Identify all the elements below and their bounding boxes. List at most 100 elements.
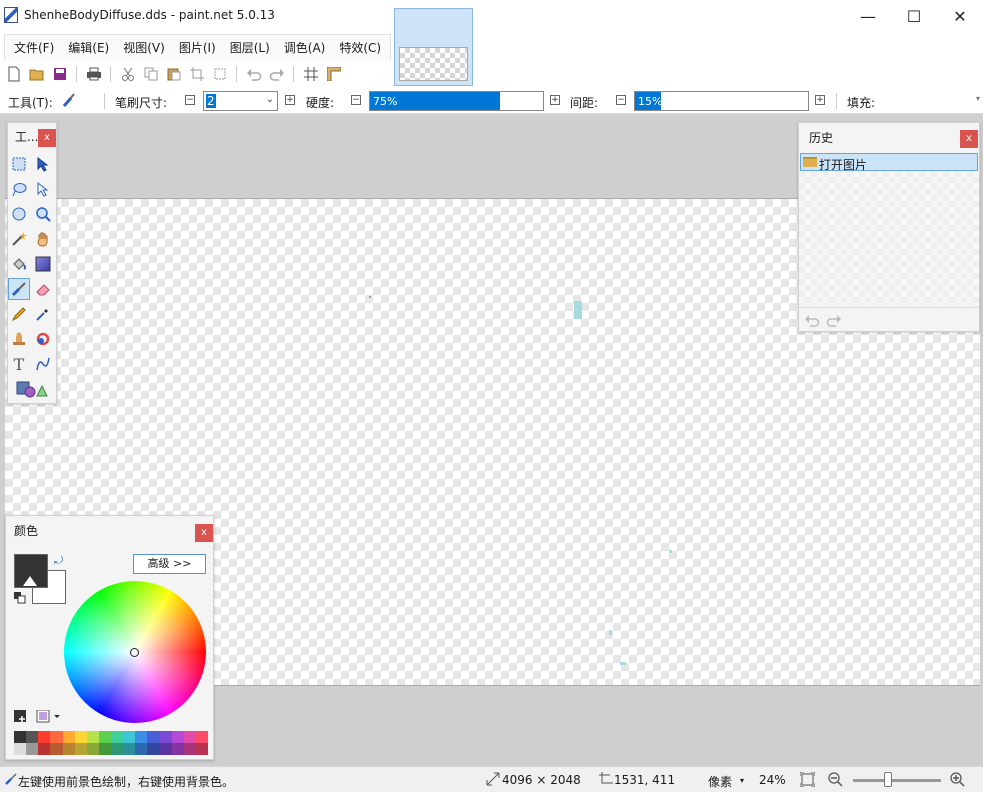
zoom-level[interactable]: 24%	[759, 773, 786, 787]
swap-colors-icon[interactable]: ⤾	[54, 554, 63, 568]
palette-swatch[interactable]	[26, 731, 39, 743]
menu-adjustments[interactable]: 调色(A)	[277, 36, 333, 60]
menu-file[interactable]: 文件(F)	[7, 36, 61, 60]
zoom-tool-icon[interactable]	[32, 203, 54, 225]
palette-swatch[interactable]	[123, 731, 136, 743]
add-color-to-palette-icon[interactable]	[14, 710, 28, 724]
menu-edit[interactable]: 编辑(E)	[61, 36, 116, 60]
zoom-slider-track[interactable]	[853, 779, 941, 782]
palette-swatch[interactable]	[111, 731, 124, 743]
palette-swatch[interactable]	[14, 731, 27, 743]
deselect-icon[interactable]	[211, 65, 229, 83]
paintbrush-tool-icon[interactable]	[8, 278, 30, 300]
reset-colors-icon[interactable]	[14, 592, 26, 604]
close-button[interactable]: ✕	[937, 0, 983, 32]
toolbar-overflow-icon[interactable]: ▾	[976, 94, 980, 103]
palette-swatch[interactable]	[135, 743, 148, 755]
units-dropdown-arrow-icon[interactable]: ▾	[740, 776, 744, 785]
magic-wand-tool-icon[interactable]	[8, 228, 30, 250]
history-panel-close-button[interactable]: x	[960, 130, 978, 148]
palette-swatch[interactable]	[86, 743, 99, 755]
palette-swatch[interactable]	[62, 731, 75, 743]
clone-stamp-tool-icon[interactable]	[8, 328, 30, 350]
ellipse-select-tool-icon[interactable]	[8, 203, 30, 225]
gradient-tool-icon[interactable]	[32, 253, 54, 275]
lasso-select-tool-icon[interactable]	[8, 178, 30, 200]
minimize-button[interactable]: —	[845, 0, 891, 32]
shapes-tool-icon[interactable]	[15, 378, 49, 400]
color-wheel-cursor[interactable]	[130, 648, 139, 657]
palette-swatch[interactable]	[171, 731, 184, 743]
palette-swatch[interactable]	[147, 731, 160, 743]
palette-menu-icon[interactable]	[36, 710, 62, 724]
menu-effects[interactable]: 特效(C)	[332, 36, 388, 60]
save-icon[interactable]	[51, 65, 69, 83]
new-file-icon[interactable]	[5, 65, 23, 83]
palette-swatch[interactable]	[26, 743, 39, 755]
rectangle-select-tool-icon[interactable]	[8, 153, 30, 175]
palette-swatch[interactable]	[159, 731, 172, 743]
menu-view[interactable]: 视图(V)	[116, 36, 172, 60]
brush-size-decrease-button[interactable]: −	[185, 95, 195, 105]
paste-icon[interactable]	[165, 65, 183, 83]
move-selection-tool-icon[interactable]	[32, 178, 54, 200]
undo-icon[interactable]	[245, 65, 263, 83]
maximize-button[interactable]: ☐	[891, 0, 937, 32]
zoom-to-window-icon[interactable]	[800, 772, 815, 787]
text-tool-icon[interactable]: T	[8, 353, 30, 375]
menu-image[interactable]: 图片(I)	[172, 36, 223, 60]
grid-icon[interactable]	[302, 65, 320, 83]
palette-swatch[interactable]	[86, 731, 99, 743]
line-curve-tool-icon[interactable]	[32, 353, 54, 375]
zoom-out-icon[interactable]	[828, 772, 843, 787]
palette-swatch[interactable]	[98, 743, 111, 755]
advanced-colors-button[interactable]: 高级 >>	[133, 554, 206, 574]
palette-swatch[interactable]	[62, 743, 75, 755]
brush-size-increase-button[interactable]: +	[285, 95, 295, 105]
redo-icon[interactable]	[825, 311, 843, 329]
hardness-decrease-button[interactable]: −	[351, 95, 361, 105]
colors-panel-close-button[interactable]: x	[195, 524, 213, 542]
move-selected-pixels-tool-icon[interactable]	[32, 153, 54, 175]
palette-swatch[interactable]	[135, 731, 148, 743]
cut-icon[interactable]	[119, 65, 137, 83]
crop-to-selection-icon[interactable]	[188, 65, 206, 83]
open-file-icon[interactable]	[28, 65, 46, 83]
zoom-in-icon[interactable]	[950, 772, 965, 787]
spacing-increase-button[interactable]: +	[815, 95, 825, 105]
history-item[interactable]: 打开图片	[800, 153, 978, 172]
paint-bucket-tool-icon[interactable]	[8, 253, 30, 275]
redo-icon[interactable]	[268, 65, 286, 83]
hardness-increase-button[interactable]: +	[550, 95, 560, 105]
palette-swatch[interactable]	[183, 743, 196, 755]
paintbrush-tool-dropdown-icon[interactable]	[62, 91, 80, 109]
rulers-icon[interactable]	[325, 65, 343, 83]
pan-tool-icon[interactable]	[32, 228, 54, 250]
palette-swatch[interactable]	[123, 743, 136, 755]
palette-swatch[interactable]	[14, 743, 27, 755]
brush-size-combobox[interactable]: 2 ⌄	[203, 91, 278, 111]
spacing-slider[interactable]: 15%	[634, 91, 809, 111]
palette-swatch[interactable]	[50, 743, 63, 755]
palette-swatch[interactable]	[147, 743, 160, 755]
print-icon[interactable]	[85, 65, 103, 83]
palette-swatch[interactable]	[98, 731, 111, 743]
color-picker-tool-icon[interactable]	[32, 303, 54, 325]
hardness-slider[interactable]: 75%	[369, 91, 544, 111]
palette-swatch[interactable]	[74, 731, 87, 743]
palette-swatch[interactable]	[38, 743, 51, 755]
undo-icon[interactable]	[803, 311, 821, 329]
units-dropdown[interactable]: 像素	[708, 773, 732, 790]
pencil-tool-icon[interactable]	[8, 303, 30, 325]
palette-swatch[interactable]	[195, 743, 208, 755]
palette-swatch[interactable]	[111, 743, 124, 755]
recolor-tool-icon[interactable]	[32, 328, 54, 350]
palette-swatch[interactable]	[195, 731, 208, 743]
image-thumbnail-tab[interactable]	[394, 8, 473, 86]
menu-layers[interactable]: 图层(L)	[223, 36, 277, 60]
palette-swatch[interactable]	[159, 743, 172, 755]
palette-swatch[interactable]	[38, 731, 51, 743]
tools-panel-close-button[interactable]: x	[38, 129, 56, 147]
eraser-tool-icon[interactable]	[32, 278, 54, 300]
zoom-slider-thumb[interactable]	[884, 772, 892, 787]
